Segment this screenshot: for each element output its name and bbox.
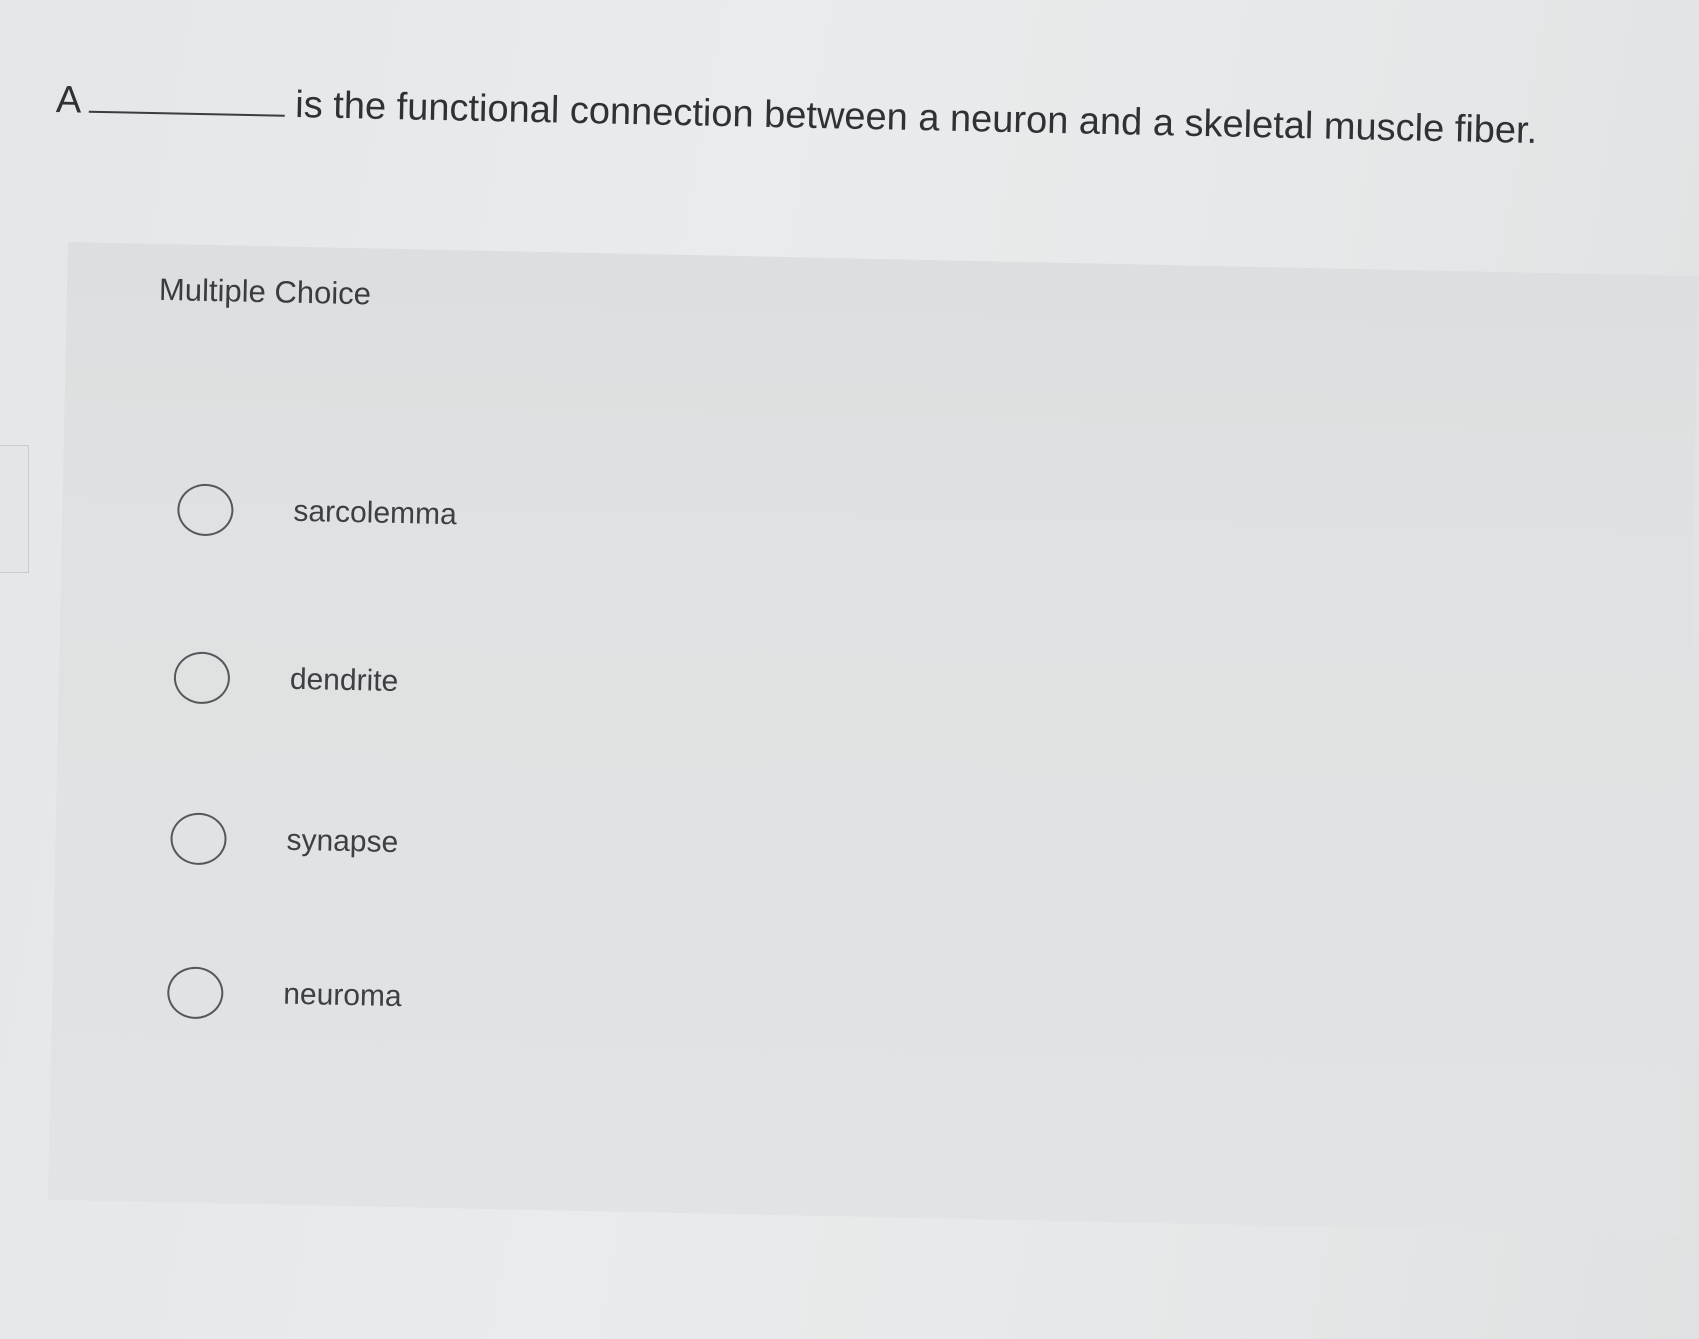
- option-sarcolemma[interactable]: sarcolemma: [176, 449, 1658, 600]
- option-label: dendrite: [289, 662, 399, 699]
- radio-button-icon[interactable]: [173, 651, 231, 705]
- question-prefix: A: [55, 79, 82, 122]
- radio-button-icon[interactable]: [169, 812, 228, 866]
- option-label: neuroma: [282, 977, 403, 1014]
- multiple-choice-label: Multiple Choice: [158, 271, 372, 312]
- left-edge-tab: [0, 445, 29, 573]
- radio-button-icon[interactable]: [166, 966, 224, 1020]
- multiple-choice-card: Multiple Choice sarcolemma dendrite syna…: [47, 242, 1699, 1234]
- option-label: synapse: [286, 823, 399, 860]
- radio-button-icon[interactable]: [176, 483, 234, 537]
- option-label: sarcolemma: [293, 494, 458, 532]
- question-text: Ais the functional connection between a …: [55, 72, 1616, 161]
- question-suffix: is the functional connection between a n…: [294, 84, 1538, 153]
- option-dendrite[interactable]: dendrite: [173, 617, 1655, 768]
- answer-blank: [89, 80, 286, 117]
- option-synapse[interactable]: synapse: [169, 778, 1651, 929]
- option-neuroma[interactable]: neuroma: [166, 932, 1648, 1083]
